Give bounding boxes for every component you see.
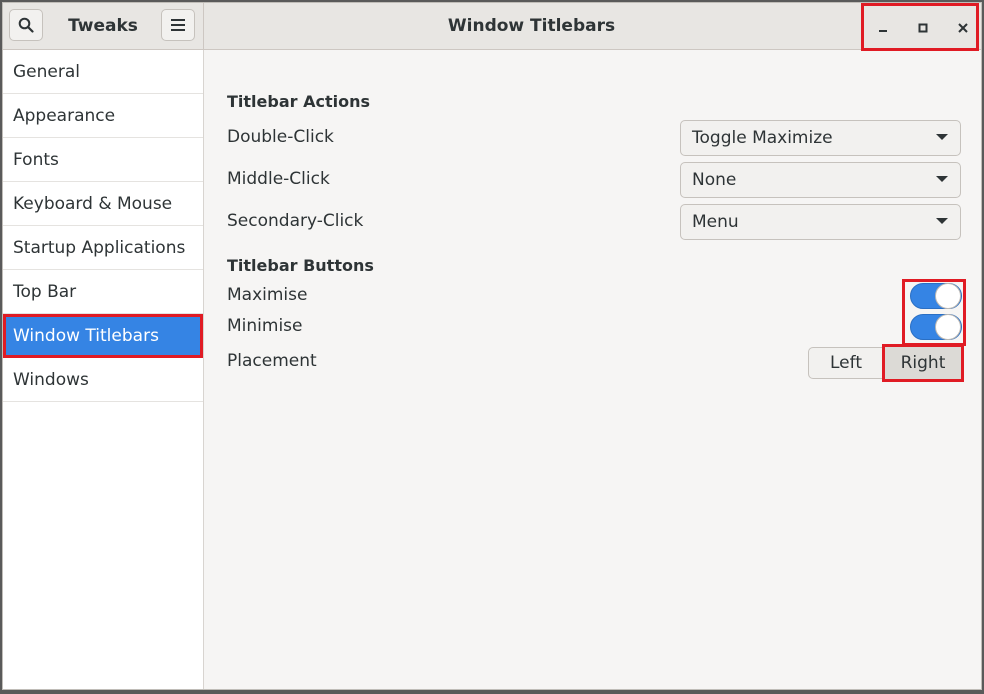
placement-right-button[interactable]: Right: [882, 344, 964, 382]
minimise-label: Minimise: [227, 316, 303, 336]
secondary-click-value: Menu: [692, 212, 739, 232]
close-button[interactable]: [950, 14, 976, 40]
sidebar-item-window-titlebars[interactable]: Window Titlebars: [3, 314, 203, 358]
menu-button[interactable]: [161, 9, 195, 41]
page-title: Window Titlebars: [447, 16, 616, 36]
minimise-switch[interactable]: [910, 314, 962, 340]
sidebar-item-label: Top Bar: [13, 281, 77, 302]
dropdown-arrow-icon: [936, 134, 948, 140]
sidebar-item-appearance[interactable]: Appearance: [3, 94, 203, 138]
sidebar-item-label: Keyboard & Mouse: [13, 193, 173, 214]
app-title: Tweaks: [68, 16, 138, 36]
content-panel: Titlebar Actions Double-Click Toggle Max…: [204, 50, 981, 689]
minimize-icon: [878, 18, 888, 37]
maximize-icon: [918, 18, 928, 37]
sidebar-item-label: Appearance: [13, 105, 116, 126]
tweaks-window: Tweaks Window Titlebars General Appearan…: [2, 2, 982, 690]
search-button[interactable]: [9, 9, 43, 41]
sidebar-item-label: Fonts: [13, 149, 59, 170]
hamburger-icon: [171, 19, 185, 31]
maximize-button[interactable]: [910, 14, 936, 40]
sidebar-item-label: Startup Applications: [13, 237, 186, 258]
sidebar-item-label: Window Titlebars: [13, 326, 159, 346]
close-icon: [958, 18, 968, 37]
header-sidebar-section: Tweaks: [3, 3, 204, 49]
middle-click-label: Middle-Click: [227, 169, 330, 189]
minimize-button[interactable]: [870, 14, 896, 40]
double-click-label: Double-Click: [227, 127, 334, 147]
sidebar-item-label: Windows: [13, 369, 89, 390]
sidebar-item-label: General: [13, 61, 80, 82]
secondary-click-dropdown[interactable]: Menu: [680, 204, 961, 240]
dropdown-arrow-icon: [936, 218, 948, 224]
sidebar-item-keyboard-mouse[interactable]: Keyboard & Mouse: [3, 182, 203, 226]
middle-click-value: None: [692, 170, 737, 190]
sidebar-item-fonts[interactable]: Fonts: [3, 138, 203, 182]
sidebar-item-windows[interactable]: Windows: [3, 358, 203, 402]
header-bar: Tweaks Window Titlebars: [3, 3, 981, 51]
search-icon: [18, 17, 34, 33]
placement-label: Placement: [227, 351, 317, 371]
sidebar-item-startup-applications[interactable]: Startup Applications: [3, 226, 203, 270]
section-title-titlebar-buttons: Titlebar Buttons: [227, 256, 374, 275]
maximise-label: Maximise: [227, 285, 308, 305]
double-click-value: Toggle Maximize: [692, 128, 833, 148]
maximise-switch[interactable]: [910, 283, 962, 309]
sidebar: General Appearance Fonts Keyboard & Mous…: [3, 50, 204, 689]
switch-knob: [935, 283, 961, 309]
double-click-dropdown[interactable]: Toggle Maximize: [680, 120, 961, 156]
middle-click-dropdown[interactable]: None: [680, 162, 961, 198]
window-controls: [861, 3, 979, 51]
dropdown-arrow-icon: [936, 176, 948, 182]
section-title-titlebar-actions: Titlebar Actions: [227, 92, 370, 111]
sidebar-item-general[interactable]: General: [3, 50, 203, 94]
secondary-click-label: Secondary-Click: [227, 211, 364, 231]
sidebar-item-top-bar[interactable]: Top Bar: [3, 270, 203, 314]
placement-left-button[interactable]: Left: [808, 347, 884, 379]
switch-knob: [935, 314, 961, 340]
